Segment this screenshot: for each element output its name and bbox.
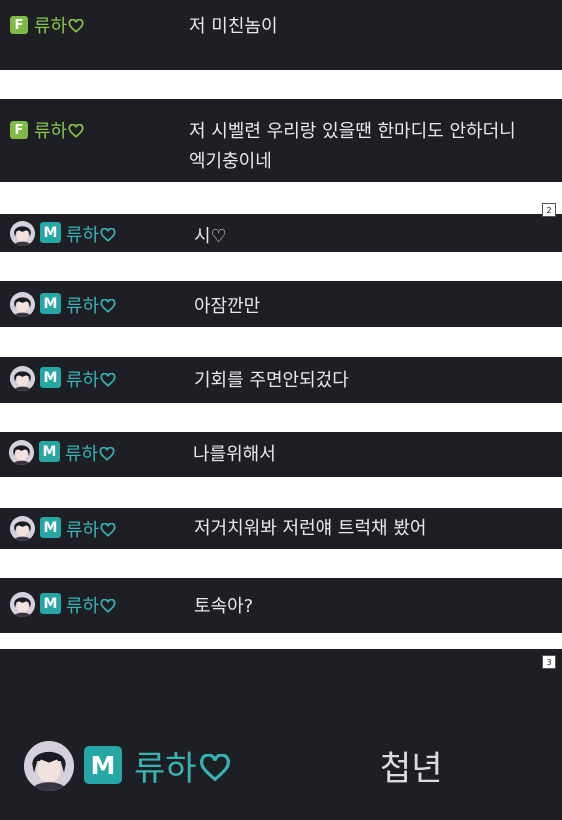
username-text: 류하 [66,225,100,246]
username-text: 류하 [34,16,68,37]
male-badge: M [40,367,61,388]
heart-outline-icon [100,298,116,313]
username[interactable]: 류하 [66,366,116,392]
avatar[interactable] [10,221,35,246]
username[interactable]: 류하 [66,516,116,542]
male-badge: M [40,222,61,243]
chat-message: F 류하 저 미친놈이 [0,0,562,70]
message-text: 첩년 [380,749,443,789]
chat-message: M 류하 기회를 주면안되겄다 [0,357,562,403]
username[interactable]: 류하 [66,292,116,318]
chat-message: F 류하 저 시벨련 우리랑 있을땐 한마디도 안하더니 엑기충이네 [0,99,562,182]
chat-message: M 류하 저거치워봐 저런얘 트럭채 봤어 [0,508,562,549]
chat-message: M 류하 첩년 [0,649,562,820]
heart-outline-icon [100,372,116,387]
male-badge: M [39,441,60,462]
avatar[interactable] [10,516,35,541]
username-text: 류하 [65,444,99,465]
username-text: 류하 [66,596,100,617]
avatar[interactable] [10,292,35,317]
message-text: 아잠깐만 [194,296,261,317]
username[interactable]: 류하 [66,221,116,247]
username-text: 류하 [66,520,100,541]
avatar[interactable] [10,592,35,617]
username-text: 류하 [34,121,68,142]
message-text: 시♡ [194,226,227,247]
avatar[interactable] [24,741,74,791]
female-badge: F [10,16,28,34]
username[interactable]: 류하 [34,117,84,143]
username[interactable]: 류하 [65,440,115,466]
message-text: 나를위해서 [193,444,276,465]
username[interactable]: 류하 [34,12,84,38]
heart-outline-icon [99,446,115,461]
chat-message: M 류하 아잠깐만 [0,281,562,327]
chat-message: M 류하 시♡ [0,214,562,252]
male-badge: M [40,593,61,614]
username[interactable]: 류하 [134,741,231,790]
message-text: 저거치워봐 저런얘 트럭채 봤어 [194,518,427,539]
heart-outline-icon [68,18,84,33]
message-text-line-2: 엑기충이네 [189,151,272,172]
male-badge: M [84,746,122,784]
heart-outline-icon [100,522,116,537]
heart-outline-icon [199,753,230,782]
heart-outline-icon [100,598,116,613]
message-text-line-1: 저 시벨련 우리랑 있을땐 한마디도 안하더니 [189,121,516,142]
heart-outline-icon [100,227,116,242]
male-badge: M [40,293,61,314]
message-text: 저 미친놈이 [189,16,278,37]
username[interactable]: 류하 [66,592,116,618]
username-text: 류하 [66,370,100,391]
heart-outline-icon [68,123,84,138]
username-text: 류하 [134,749,197,789]
message-text: 토속아? [194,596,254,617]
chat-message: M 류하 토속아? [0,578,562,633]
username-text: 류하 [66,296,100,317]
chat-message: M 류하 나를위해서 [0,432,562,477]
avatar[interactable] [9,440,34,465]
message-text: 기회를 주면안되겄다 [194,370,349,391]
avatar[interactable] [10,366,35,391]
female-badge: F [10,121,28,139]
male-badge: M [40,517,61,538]
